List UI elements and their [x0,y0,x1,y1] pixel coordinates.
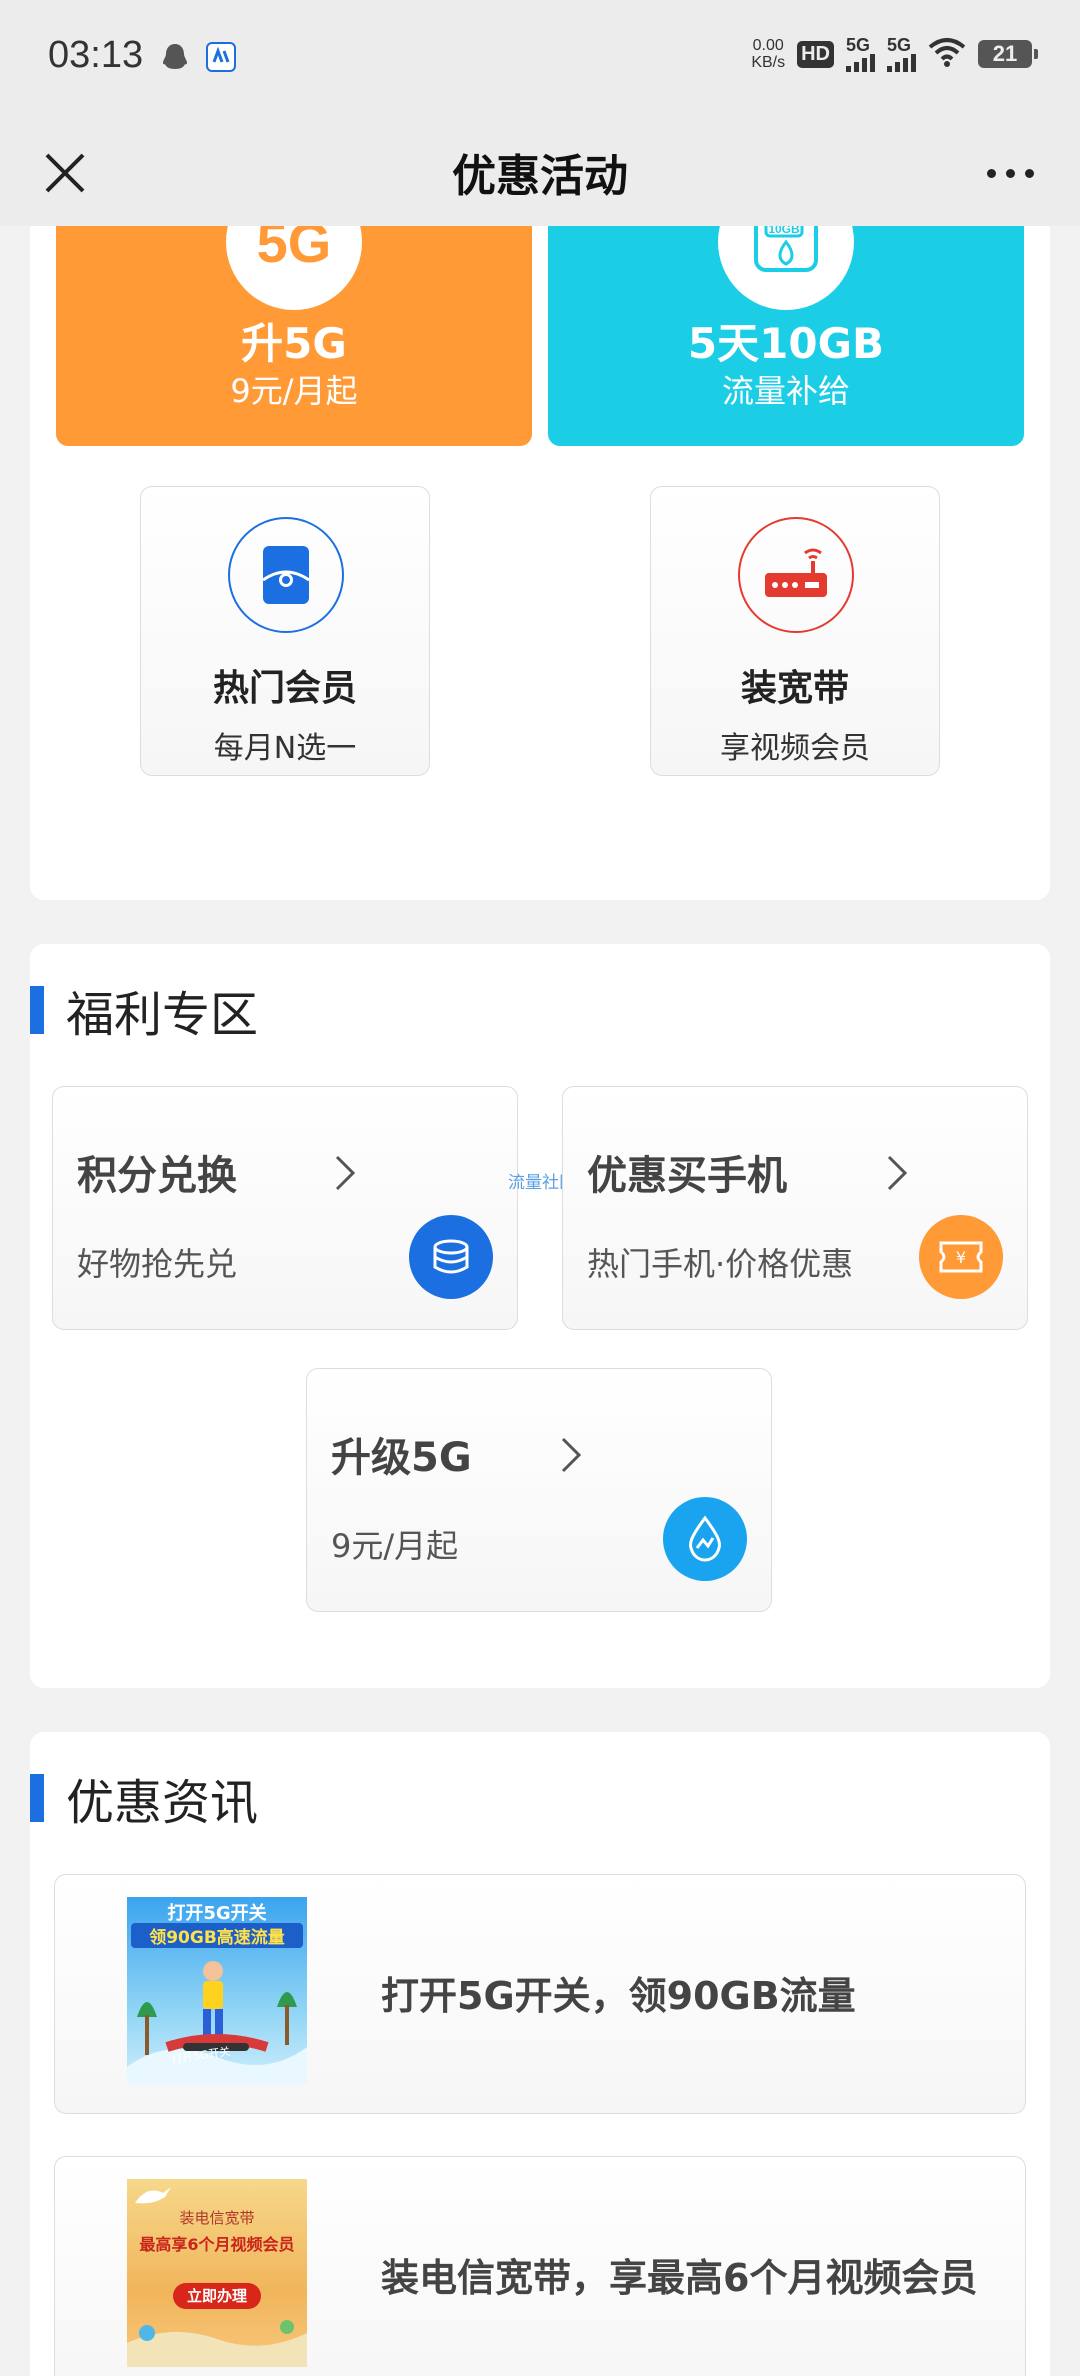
section-title: 福利专区 [66,987,259,1043]
feature-title: 优惠买手机 [587,1153,787,1199]
tile-title: 升5G [241,319,347,368]
more-dot-icon [986,168,996,178]
section-title: 优惠资讯 [66,1775,259,1831]
nav-bar: 优惠活动 [0,118,1080,226]
coins-icon [409,1215,493,1299]
sim2-label: 5G [887,35,912,55]
battery-icon: 21 [978,40,1038,68]
coupon-icon: ¥ [919,1215,1003,1299]
sim2-signal-icon: 5G [887,36,916,72]
status-bar: 03:13 0.00 KB/s HD 5G 5G 21 [0,0,1080,118]
router-icon [738,517,854,633]
chevron-right-icon [561,1437,582,1473]
network-speed-value: 0.00 [752,37,784,54]
news-section-header: 优惠资讯 [30,1768,258,1831]
more-button[interactable] [970,138,1050,208]
hot-membership-tile[interactable]: 热门会员 每月N选一 [140,486,430,776]
5g-logo-text: 5G [256,226,332,274]
buy-phone-card[interactable]: 优惠买手机 热门手机·价格优惠 ¥ [562,1086,1028,1330]
tile-subtitle: 流量补给 [721,372,850,410]
tile-title: 热门会员 [212,668,357,709]
news-title: 装电信宽带，享最高6个月视频会员 [381,2256,978,2300]
news-item[interactable]: 装电信宽带 最高享6个月视频会员 立即办理 装电信宽带，享最高6个月视频会员 [54,2156,1026,2376]
tile-subtitle: 每月N选一 [213,731,357,766]
thumb-button: 立即办理 [173,2283,261,2309]
section-accent-bar [30,1774,44,1822]
feature-title: 积分兑换 [77,1153,237,1199]
news-item[interactable]: 打开5G开关 领90GB高速流量 打开5G开关 打开5G开关，领90GB流量 [54,1874,1026,2114]
status-icons: 0.00 KB/s HD 5G 5G 21 [751,36,1038,72]
status-time: 03:13 [48,34,144,76]
tile-title: 装宽带 [740,668,849,709]
tile-subtitle: 9元/月起 [230,372,358,410]
thumb-text: 打开5G开关 [167,1903,267,1924]
more-dot-icon [1024,168,1034,178]
svg-text:¥: ¥ [956,1248,966,1267]
upgrade-5g-tile[interactable]: 5G 升5G 9元/月起 [56,226,532,446]
section-accent-bar [30,986,44,1034]
skateboard-person-illustration [127,1961,307,2085]
tile-subtitle: 享视频会员 [720,731,870,766]
network-speed-unit: KB/s [751,54,786,71]
wifi-icon [928,37,966,72]
data-10gb-tile[interactable]: 10GB 5天10GB 流量补给 [548,226,1024,446]
data-drop-icon [663,1497,747,1581]
more-dot-icon [1005,168,1015,178]
content-scroll[interactable]: 5G 升5G 9元/月起 10GB 5天10GB 流量补给 热门会员 每月N选一… [0,226,1080,2376]
sim1-label: 5G [846,35,871,55]
feature-subtitle: 好物抢先兑 [77,1245,238,1283]
app-notification-icon [206,42,236,76]
network-speed: 0.00 KB/s [751,37,785,71]
upgrade-5g-card[interactable]: 升级5G 9元/月起 [306,1368,772,1612]
thumb-text: 装电信宽带 [179,2209,255,2227]
tile-title: 5天10GB [687,319,885,368]
chevron-right-icon [335,1155,356,1191]
data-pack-icon-text: 10GB [768,226,800,236]
news-thumbnail: 装电信宽带 最高享6个月视频会员 立即办理 [127,2179,307,2367]
data-pack-icon: 10GB [718,226,854,310]
news-title: 打开5G开关，领90GB流量 [381,1974,856,2018]
feature-subtitle: 热门手机·价格优惠 [587,1245,854,1283]
page-title: 优惠活动 [452,151,628,202]
thumb-text: 最高享6个月视频会员 [139,2235,295,2254]
5g-logo-icon: 5G [226,226,362,310]
hd-icon: HD [797,40,834,68]
welfare-section-header: 福利专区 [30,980,258,1043]
news-card: 优惠资讯 打开5G开关 领90GB高速流量 打开5G开关 打开5G开关，领90G… [30,1732,1050,2376]
qq-notification-icon [160,42,190,78]
thumb-text: 领90GB高速流量 [131,1923,303,1948]
sim1-signal-icon: 5G [846,36,875,72]
points-exchange-card[interactable]: 积分兑换 好物抢先兑 [52,1086,518,1330]
feature-subtitle: 9元/月起 [331,1527,459,1565]
membership-icon [228,517,344,633]
promo-card: 5G 升5G 9元/月起 10GB 5天10GB 流量补给 热门会员 每月N选一… [30,226,1050,900]
feature-title: 升级5G [331,1435,472,1481]
decoration-illustration [127,2320,307,2367]
welfare-card: 福利专区 积分兑换 好物抢先兑 流量社区 优惠买手机 热门手机·价格优惠 ¥ 升… [30,944,1050,1688]
news-thumbnail: 打开5G开关 领90GB高速流量 打开5G开关 [127,1897,307,2085]
chevron-right-icon [887,1155,908,1191]
broadband-tile[interactable]: 装宽带 享视频会员 [650,486,940,776]
